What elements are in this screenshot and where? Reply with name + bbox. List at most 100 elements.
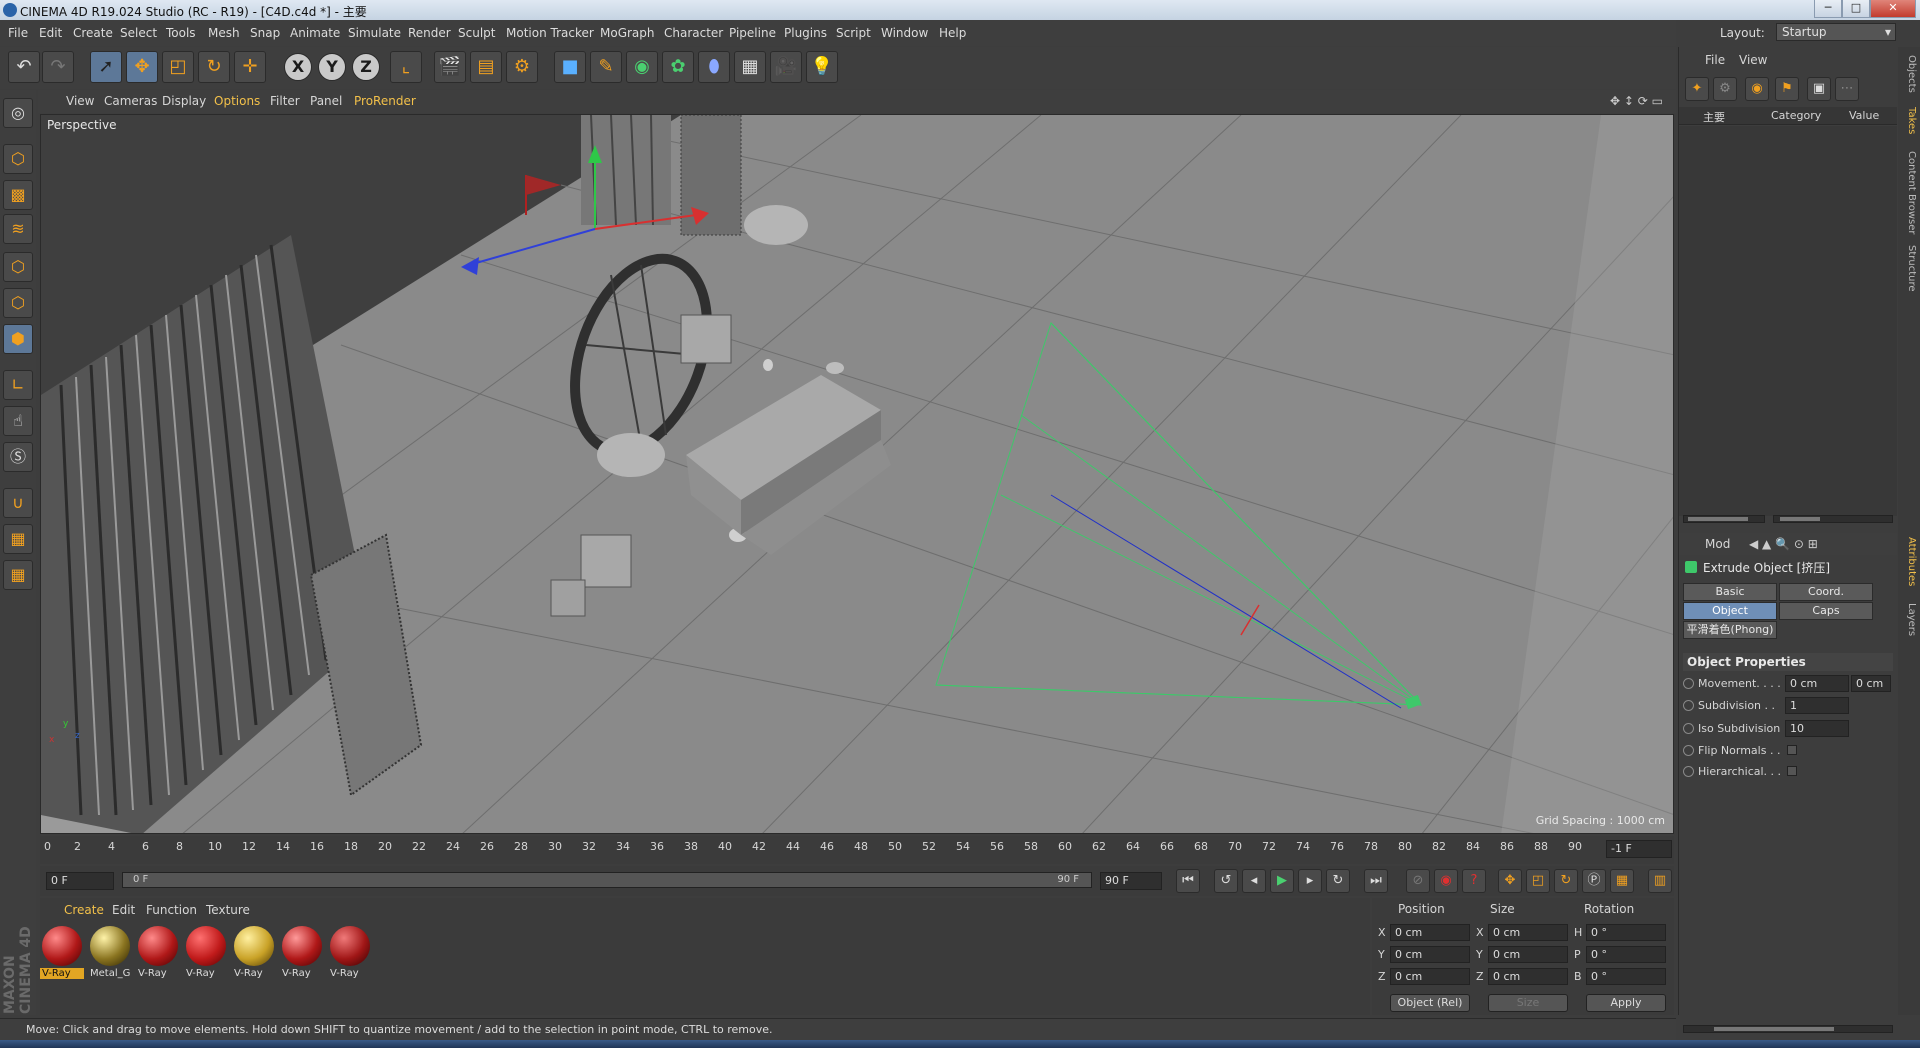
autokey-icon[interactable]: ? <box>1462 869 1486 893</box>
side-tab-objects[interactable]: Objects <box>1901 55 1917 93</box>
attributes-nav-icons[interactable]: ◀ ▲ 🔍 ⊙ ⊞ <box>1749 537 1818 551</box>
close-button[interactable]: ✕ <box>1870 0 1916 18</box>
prev-key-icon[interactable]: ↺ <box>1214 869 1238 893</box>
edges-mode-icon[interactable]: ⬡ <box>3 288 33 318</box>
menu-mesh[interactable]: Mesh <box>208 26 240 40</box>
menu-help[interactable]: Help <box>939 26 966 40</box>
record-keys-icon[interactable]: ◉ <box>1434 869 1458 893</box>
camera-icon[interactable]: 🎥 <box>770 51 802 83</box>
menu-simulate[interactable]: Simulate <box>348 26 401 40</box>
light-icon[interactable]: 💡 <box>806 51 838 83</box>
menu-file[interactable]: File <box>8 26 28 40</box>
take-filter-icon[interactable]: ⋯ <box>1835 77 1859 101</box>
material-menu-edit[interactable]: Edit <box>112 903 135 917</box>
timeline-ruler[interactable]: 0 2 4 6 8 10 12 14 16 18 20 22 24 26 28 … <box>40 836 1674 864</box>
key-rotation-icon[interactable]: ↻ <box>1554 869 1578 893</box>
z-axis-icon[interactable]: Z <box>352 53 380 81</box>
menu-mograph[interactable]: MoGraph <box>600 26 655 40</box>
key-position-icon[interactable]: ✥ <box>1498 869 1522 893</box>
subdivision-icon[interactable]: ◉ <box>626 51 658 83</box>
side-tab-takes[interactable]: Takes <box>1901 107 1917 134</box>
axis-mode-icon[interactable]: ∟ <box>3 370 33 400</box>
key-scale-icon[interactable]: ◰ <box>1526 869 1550 893</box>
deformer-icon[interactable]: ⬮ <box>698 51 730 83</box>
workplane-mode-icon[interactable]: ≋ <box>3 214 33 244</box>
end-frame-field[interactable]: -1 F <box>1606 840 1672 858</box>
menu-animate[interactable]: Animate <box>290 26 340 40</box>
viewport-menu-prorender[interactable]: ProRender <box>354 94 416 108</box>
cube-icon[interactable]: ■ <box>554 51 586 83</box>
make-editable-icon[interactable]: ◎ <box>3 98 33 128</box>
attributes-scrollbar[interactable] <box>1683 1025 1893 1033</box>
iso-subdivision-field[interactable]: 10 <box>1785 720 1849 737</box>
texture-mode-icon[interactable]: ▩ <box>3 180 33 210</box>
take-render-icon[interactable]: ▣ <box>1807 77 1831 101</box>
tab-basic[interactable]: Basic <box>1683 583 1777 601</box>
goto-start-icon[interactable]: ⏮ <box>1176 869 1200 893</box>
viewport-camera-label[interactable]: Perspective <box>47 118 117 132</box>
material-menu-create[interactable]: Create <box>64 903 104 917</box>
coord-mode-dropdown[interactable]: Object (Rel) <box>1390 994 1470 1012</box>
side-tab-structure[interactable]: Structure <box>1901 245 1917 292</box>
attributes-menu-mode[interactable]: Mod <box>1705 537 1730 551</box>
side-tab-content-browser[interactable]: Content Browser <box>1901 151 1917 234</box>
animate-dot-icon[interactable] <box>1683 745 1694 756</box>
rotation-h-field[interactable]: 0 ° <box>1586 924 1666 941</box>
material-swatch[interactable]: V-Ray <box>280 924 324 984</box>
maximize-button[interactable]: □ <box>1842 0 1870 18</box>
size-y-field[interactable]: 0 cm <box>1488 946 1568 963</box>
menu-select[interactable]: Select <box>120 26 157 40</box>
flip-normals-checkbox[interactable] <box>1787 745 1797 755</box>
tab-object[interactable]: Object <box>1683 602 1777 620</box>
objects-menu-view[interactable]: View <box>1739 53 1767 67</box>
scale-icon[interactable]: ◰ <box>162 51 194 83</box>
menu-render[interactable]: Render <box>408 26 451 40</box>
pen-icon[interactable]: ✎ <box>590 51 622 83</box>
current-frame-field[interactable]: 0 F <box>46 872 114 890</box>
undo-icon[interactable]: ↶ <box>8 51 40 83</box>
next-frame-icon[interactable]: ▸ <box>1298 869 1322 893</box>
material-swatch[interactable]: V-Ray <box>328 924 372 984</box>
menu-create[interactable]: Create <box>73 26 113 40</box>
max-frame-field[interactable]: 90 F <box>1100 872 1162 890</box>
perspective-viewport[interactable]: Perspective Grid Spacing : 1000 cm x y z <box>40 114 1674 834</box>
material-menu-texture[interactable]: Texture <box>206 903 250 917</box>
side-tab-layers[interactable]: Layers <box>1901 603 1917 636</box>
tweak-mode-icon[interactable]: ☝ <box>3 406 33 436</box>
select-icon[interactable]: ➚ <box>90 51 122 83</box>
viewport-menu-cameras[interactable]: Cameras <box>104 94 157 108</box>
take-icon[interactable]: ✦ <box>1685 77 1709 101</box>
timeline-scrubber[interactable]: 0 F 90 F <box>122 872 1092 888</box>
apply-button[interactable]: Apply <box>1586 994 1666 1012</box>
viewport-menu-filter[interactable]: Filter <box>270 94 300 108</box>
menu-window[interactable]: Window <box>881 26 928 40</box>
tab-caps[interactable]: Caps <box>1779 602 1873 620</box>
key-parameter-icon[interactable]: Ⓟ <box>1582 869 1606 893</box>
objects-column-name[interactable]: 主要 <box>1703 109 1725 125</box>
rotate-icon[interactable]: ↻ <box>198 51 230 83</box>
size-x-field[interactable]: 0 cm <box>1488 924 1568 941</box>
next-key-icon[interactable]: ↻ <box>1326 869 1350 893</box>
objects-column-value[interactable]: Value <box>1849 109 1879 122</box>
model-mode-icon[interactable]: ⬡ <box>3 144 33 174</box>
values-scrollbar[interactable] <box>1773 515 1893 523</box>
menu-pipeline[interactable]: Pipeline <box>729 26 776 40</box>
timeline-window-icon[interactable]: ▥ <box>1648 869 1672 893</box>
viewport-menu-display[interactable]: Display <box>162 94 206 108</box>
menu-character[interactable]: Character <box>664 26 723 40</box>
floor-icon[interactable]: ▦ <box>734 51 766 83</box>
viewport-menu-panel[interactable]: Panel <box>310 94 342 108</box>
redo-icon[interactable]: ↷ <box>42 51 74 83</box>
rotation-p-field[interactable]: 0 ° <box>1586 946 1666 963</box>
coordinate-system-icon[interactable]: ⌞ <box>390 51 422 83</box>
material-swatch[interactable]: V-Ray <box>232 924 276 984</box>
record-off-icon[interactable]: ⊘ <box>1406 869 1430 893</box>
menu-tools[interactable]: Tools <box>166 26 196 40</box>
movement-field[interactable]: 0 cm <box>1785 675 1849 692</box>
lock-override-icon[interactable]: ⚑ <box>1775 77 1799 101</box>
menu-plugins[interactable]: Plugins <box>784 26 827 40</box>
objects-scrollbar[interactable] <box>1683 515 1765 523</box>
prev-frame-icon[interactable]: ◂ <box>1242 869 1266 893</box>
tab-coord[interactable]: Coord. <box>1779 583 1873 601</box>
workplane-lock-icon[interactable]: ▦ <box>3 524 33 554</box>
